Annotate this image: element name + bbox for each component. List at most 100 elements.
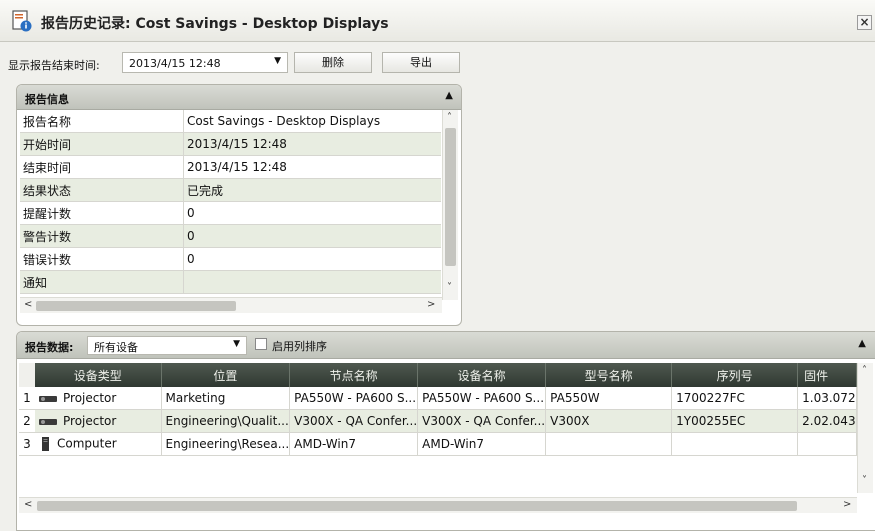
scroll-up-icon[interactable]: ˄ <box>862 365 867 376</box>
cell-firmware: 2.02.043 <box>797 409 857 433</box>
collapse-icon[interactable]: ▲ <box>858 338 866 349</box>
scroll-left-icon[interactable]: < <box>24 299 32 310</box>
cell-device-type: Projector <box>35 387 162 410</box>
cell-device-type: Projector <box>35 409 162 433</box>
projector-icon <box>39 395 57 402</box>
enable-sort-label: 启用列排序 <box>272 340 327 353</box>
info-vertical-scrollbar[interactable]: ˄ ˅ <box>442 110 458 300</box>
table-header-row: 设备类型 位置 节点名称 设备名称 型号名称 序列号 固件 <box>19 363 857 387</box>
info-row: 提醒计数 0 <box>20 201 441 225</box>
column-header-model-name[interactable]: 型号名称 <box>545 363 673 387</box>
delete-button[interactable]: 删除 <box>294 52 372 73</box>
cell-model-name <box>545 432 673 456</box>
device-filter-select[interactable]: 所有设备 ▼ <box>87 336 247 355</box>
cell-model-name: PA550W <box>545 387 673 410</box>
column-header-node-name[interactable]: 节点名称 <box>289 363 419 387</box>
info-key: 结束时间 <box>20 155 184 179</box>
table-row[interactable]: 1 Projector Marketing PA550W - PA600 S..… <box>19 387 857 410</box>
cell-serial: 1700227FC <box>671 387 799 410</box>
cell-location: Marketing <box>161 387 291 410</box>
report-data-table: 设备类型 位置 节点名称 设备名称 型号名称 序列号 固件 1 Projecto… <box>19 363 857 456</box>
report-data-label: 报告数据: <box>25 341 74 354</box>
scroll-down-icon[interactable]: ˅ <box>862 475 867 486</box>
report-info-table: 报告名称 Cost Savings - Desktop Displays 开始时间… <box>20 110 441 294</box>
title-bar: 报告历史记录: Cost Savings - Desktop Displays … <box>0 0 875 42</box>
enable-sort-checkbox[interactable] <box>255 338 267 350</box>
cell-serial <box>671 432 799 456</box>
info-value: Cost Savings - Desktop Displays <box>183 110 441 133</box>
column-header-device-type[interactable]: 设备类型 <box>35 363 162 387</box>
end-time-value: 2013/4/15 12:48 <box>129 57 221 70</box>
row-number: 1 <box>19 387 35 410</box>
data-vertical-scrollbar[interactable]: ˄ ˅ <box>857 363 873 493</box>
report-info-panel: 报告信息 ▲ 报告名称 Cost Savings - Desktop Displa… <box>16 84 462 326</box>
table-row[interactable]: 3 Computer Engineering\Resea... AMD-Win7… <box>19 432 857 456</box>
info-key: 结果状态 <box>20 178 184 202</box>
chevron-down-icon: ▼ <box>233 339 240 349</box>
row-number: 3 <box>19 432 35 456</box>
scroll-right-icon[interactable]: > <box>843 499 851 510</box>
cell-location: Engineering\Qualit... <box>161 409 291 433</box>
info-key: 报告名称 <box>20 110 184 133</box>
column-header-firmware[interactable]: 固件 <box>797 363 857 387</box>
info-value: 0 <box>183 224 441 248</box>
info-row: 结果状态 已完成 <box>20 178 441 202</box>
chevron-down-icon: ▼ <box>274 56 281 66</box>
scroll-left-icon[interactable]: < <box>24 499 32 510</box>
table-row[interactable]: 2 Projector Engineering\Qualit... V300X … <box>19 409 857 433</box>
info-key: 开始时间 <box>20 132 184 156</box>
info-value: 0 <box>183 201 441 225</box>
computer-icon <box>42 437 49 451</box>
device-type-text: Projector <box>63 391 117 405</box>
info-value: 0 <box>183 247 441 271</box>
device-type-text: Computer <box>57 436 117 451</box>
info-value: 2013/4/15 12:48 <box>183 155 441 179</box>
info-key: 提醒计数 <box>20 201 184 225</box>
device-type-text: Projector <box>63 414 117 428</box>
info-row: 报告名称 Cost Savings - Desktop Displays <box>20 110 441 133</box>
info-row: 开始时间 2013/4/15 12:48 <box>20 132 441 156</box>
end-time-select[interactable]: 2013/4/15 12:48 ▼ <box>122 52 288 73</box>
info-row: 结束时间 2013/4/15 12:48 <box>20 155 441 179</box>
cell-node-name: V300X - QA Confer... <box>289 409 419 433</box>
column-header-location[interactable]: 位置 <box>161 363 291 387</box>
data-horizontal-scrollbar[interactable]: < > <box>19 497 857 513</box>
end-time-label: 显示报告结束时间: <box>8 59 100 72</box>
scroll-up-icon[interactable]: ˄ <box>447 112 452 123</box>
info-row: 警告计数 0 <box>20 224 441 248</box>
export-button[interactable]: 导出 <box>382 52 460 73</box>
info-horizontal-scrollbar[interactable]: < > <box>20 297 442 313</box>
info-row: 错误计数 0 <box>20 247 441 271</box>
scroll-thumb[interactable] <box>36 301 236 311</box>
scroll-thumb[interactable] <box>445 128 456 266</box>
row-number-header <box>19 363 35 387</box>
row-number: 2 <box>19 409 35 433</box>
info-key: 警告计数 <box>20 224 184 248</box>
cell-device-type: Computer <box>35 432 162 456</box>
info-value <box>183 270 441 294</box>
column-header-device-name[interactable]: 设备名称 <box>417 363 547 387</box>
cell-firmware <box>797 432 857 456</box>
info-row: 通知 <box>20 270 441 294</box>
projector-icon <box>39 418 57 425</box>
cell-node-name: PA550W - PA600 S... <box>289 387 419 410</box>
info-key: 通知 <box>20 270 184 294</box>
collapse-icon[interactable]: ▲ <box>445 90 453 101</box>
report-info-title: 报告信息 <box>25 93 69 106</box>
scroll-right-icon[interactable]: > <box>427 299 435 310</box>
info-value: 2013/4/15 12:48 <box>183 132 441 156</box>
report-info-header: 报告信息 ▲ <box>17 85 461 110</box>
cell-device-name: AMD-Win7 <box>417 432 547 456</box>
info-key: 错误计数 <box>20 247 184 271</box>
close-button[interactable]: × <box>857 15 872 30</box>
cell-location: Engineering\Resea... <box>161 432 291 456</box>
scroll-down-icon[interactable]: ˅ <box>447 282 452 293</box>
cell-serial: 1Y00255EC <box>671 409 799 433</box>
scroll-thumb[interactable] <box>37 501 797 511</box>
report-info-icon <box>12 10 32 32</box>
column-header-serial[interactable]: 序列号 <box>671 363 799 387</box>
cell-device-name: V300X - QA Confer... <box>417 409 547 433</box>
cell-device-name: PA550W - PA600 S... <box>417 387 547 410</box>
window-title: 报告历史记录: Cost Savings - Desktop Displays <box>41 16 389 32</box>
device-filter-value: 所有设备 <box>94 341 138 354</box>
